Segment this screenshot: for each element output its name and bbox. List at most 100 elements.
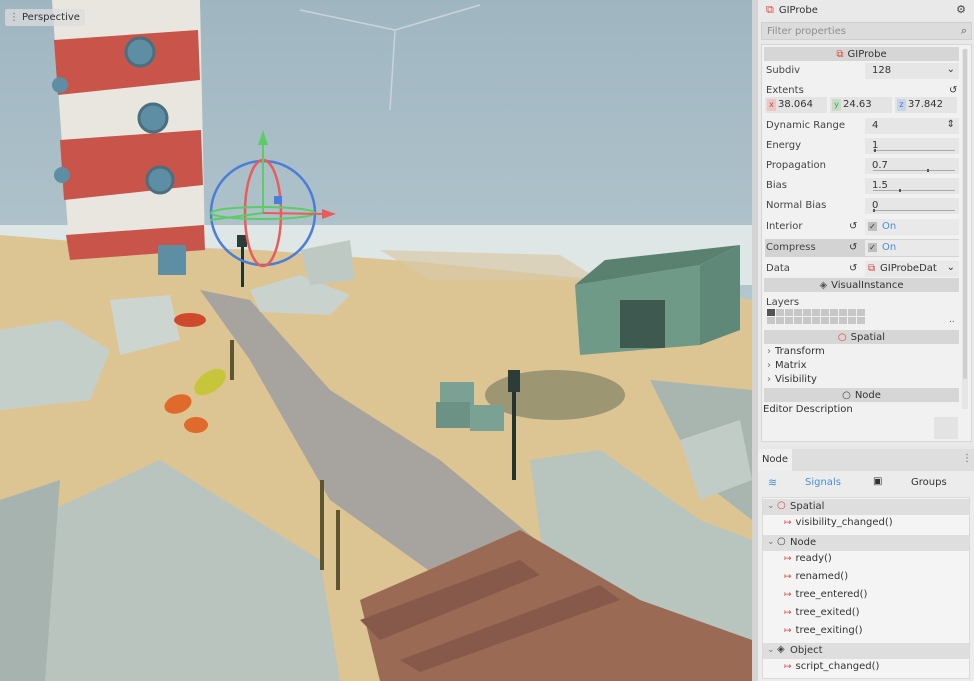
revert-icon[interactable]: ↺ xyxy=(849,221,857,232)
layer-cell[interactable] xyxy=(857,317,865,324)
layer-cell[interactable] xyxy=(767,317,775,324)
layer-cell[interactable] xyxy=(839,317,847,324)
layer-cell[interactable] xyxy=(785,309,793,316)
class-object[interactable]: ⌄ ◈ Object xyxy=(763,643,969,659)
layer-cell[interactable] xyxy=(848,317,856,324)
chevron-down-icon[interactable]: ⌄ xyxy=(947,262,955,273)
layer-cell[interactable] xyxy=(803,309,811,316)
property-subdiv: Subdiv 128 ⌄ xyxy=(765,62,959,80)
signal-icon: ↦ xyxy=(784,626,792,636)
inspector-scrollbar[interactable] xyxy=(962,49,968,409)
object-icon: ◈ xyxy=(777,644,785,655)
signal-item[interactable]: ↦ renamed() xyxy=(784,571,848,587)
signal-name: tree_exited() xyxy=(795,607,860,618)
extents-z-field[interactable]: z 37.842 xyxy=(895,97,957,113)
signal-name: tree_entered() xyxy=(795,589,868,600)
slider-grabber[interactable] xyxy=(899,189,901,192)
property-label: Bias xyxy=(766,180,787,191)
group-transform[interactable]: › Transform xyxy=(767,346,825,357)
inspector-object-title[interactable]: GIProbe xyxy=(779,5,818,16)
property-label: Extents xyxy=(766,85,804,96)
layer-cell[interactable] xyxy=(812,317,820,324)
compress-checkbox[interactable]: ✓ On xyxy=(865,240,959,256)
property-propagation: Propagation 0.7 xyxy=(765,157,959,175)
signal-icon: ↦ xyxy=(784,572,792,582)
layer-cell[interactable] xyxy=(776,317,784,324)
section-label: Node xyxy=(854,389,881,401)
3d-viewport[interactable]: ⋮ Perspective xyxy=(0,0,752,681)
extents-z-value: 37.842 xyxy=(908,99,943,110)
giprobedata-icon: ⧉ xyxy=(868,263,876,274)
groups-icon: ▣ xyxy=(873,476,883,487)
node-icon: ○ xyxy=(842,389,851,401)
class-node[interactable]: ⌄ ○ Node xyxy=(763,535,969,551)
layer-cell[interactable] xyxy=(785,317,793,324)
revert-icon[interactable]: ↺ xyxy=(849,242,857,253)
data-resource-value: GIProbeDat xyxy=(880,263,937,274)
data-resource-picker[interactable]: ⧉ GIProbeDat ⌄ xyxy=(865,261,959,277)
signal-item[interactable]: ↦ tree_entered() xyxy=(784,589,867,605)
property-label: Dynamic Range xyxy=(766,120,845,131)
section-label: VisualInstance xyxy=(831,279,904,291)
property-label: Subdiv xyxy=(766,65,801,76)
slider-grabber[interactable] xyxy=(873,209,875,212)
layer-cell[interactable] xyxy=(821,309,829,316)
tab-signals[interactable]: Signals xyxy=(805,477,841,488)
signal-item[interactable]: ↦ script_changed() xyxy=(784,661,879,677)
layers-more-button[interactable]: .. xyxy=(949,315,955,325)
group-matrix[interactable]: › Matrix xyxy=(767,360,806,371)
spinner-arrows-icon[interactable]: ⇕ xyxy=(947,119,955,130)
x-axis-label: x xyxy=(767,99,776,111)
layer-cell[interactable] xyxy=(803,317,811,324)
slider-grabber[interactable] xyxy=(927,169,929,172)
tab-groups[interactable]: Groups xyxy=(911,477,947,488)
layer-cell[interactable] xyxy=(794,309,802,316)
layer-cell[interactable] xyxy=(857,309,865,316)
tab-node[interactable]: Node xyxy=(758,449,792,471)
object-tools-icon[interactable]: ⚙ xyxy=(956,3,966,16)
layer-cell[interactable] xyxy=(830,309,838,316)
revert-icon[interactable]: ↺ xyxy=(849,263,857,274)
revert-icon[interactable]: ↺ xyxy=(949,85,957,96)
menu-grip-icon: ⋮ xyxy=(9,11,19,23)
checkmark-icon: ✓ xyxy=(868,243,877,252)
extents-x-field[interactable]: x 38.064 xyxy=(765,97,827,113)
layer-cell[interactable] xyxy=(848,309,856,316)
chevron-down-icon: ⌄ xyxy=(946,64,955,75)
layer-cell[interactable] xyxy=(839,309,847,316)
filter-properties-input[interactable]: Filter properties ⌕ xyxy=(761,22,972,40)
layer-cell[interactable] xyxy=(776,309,784,316)
perspective-menu-button[interactable]: ⋮ Perspective xyxy=(5,9,85,26)
propagation-slider[interactable]: 0.7 xyxy=(865,158,959,174)
interior-checkbox[interactable]: ✓ On xyxy=(865,219,959,235)
signal-item[interactable]: ↦ tree_exited() xyxy=(784,607,860,623)
dynamic-range-spinbox[interactable]: 4 ⇕ xyxy=(865,118,959,134)
dock-menu-icon[interactable]: ⋮ xyxy=(962,453,972,464)
layer-cell[interactable] xyxy=(830,317,838,324)
chevron-down-icon: ⌄ xyxy=(767,501,775,511)
signal-name: tree_exiting() xyxy=(795,625,863,636)
layer-cell[interactable] xyxy=(821,317,829,324)
energy-slider[interactable]: 1 xyxy=(865,138,959,154)
signal-item[interactable]: ↦ ready() xyxy=(784,553,832,569)
signals-icon: ≋ xyxy=(768,476,778,489)
property-label: Data xyxy=(766,263,790,274)
signal-name: renamed() xyxy=(795,571,849,582)
group-visibility[interactable]: › Visibility xyxy=(767,374,817,385)
slider-grabber[interactable] xyxy=(874,149,876,152)
layer-cell[interactable] xyxy=(812,309,820,316)
signal-item[interactable]: ↦ visibility_changed() xyxy=(784,517,893,533)
subdiv-dropdown[interactable]: 128 ⌄ xyxy=(865,63,959,79)
property-label: Propagation xyxy=(766,160,826,171)
editor-description-field[interactable] xyxy=(934,417,958,439)
scrollbar-thumb[interactable] xyxy=(963,49,967,379)
bias-slider[interactable]: 1.5 xyxy=(865,178,959,194)
normal-bias-slider[interactable]: 0 xyxy=(865,198,959,214)
node-subtabs: ≋ Signals ▣ Groups xyxy=(758,473,974,493)
signal-item[interactable]: ↦ tree_exiting() xyxy=(784,625,863,641)
class-spatial[interactable]: ⌄ ○ Spatial xyxy=(763,499,969,515)
layer-cell[interactable] xyxy=(767,309,775,316)
layer-cell[interactable] xyxy=(794,317,802,324)
giprobe-icon: ⧉ xyxy=(836,48,844,60)
extents-y-field[interactable]: y 24.63 xyxy=(830,97,892,113)
